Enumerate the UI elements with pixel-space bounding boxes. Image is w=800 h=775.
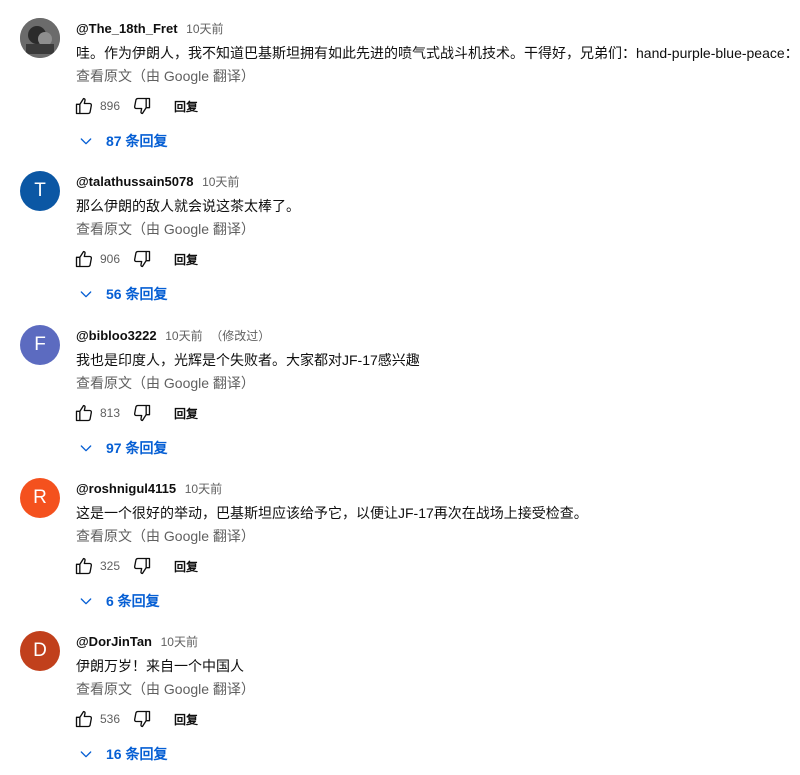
- comment-time[interactable]: 10天前: [161, 635, 198, 649]
- reply-button[interactable]: 回复: [174, 251, 198, 268]
- like-count: 906: [100, 252, 121, 266]
- thumbs-down-icon[interactable]: [130, 401, 154, 425]
- avatar-letter: R: [33, 487, 47, 508]
- avatar[interactable]: T: [20, 171, 60, 211]
- avatar[interactable]: F: [20, 325, 60, 365]
- author-name[interactable]: @The_18th_Fret: [76, 21, 178, 36]
- author-name[interactable]: @DorJinTan: [76, 634, 152, 649]
- view-replies-button[interactable]: 56 条回复: [78, 284, 167, 304]
- view-replies-button[interactable]: 97 条回复: [78, 438, 167, 458]
- avatar-letter: D: [33, 640, 47, 661]
- chevron-down-icon: [80, 598, 92, 605]
- see-original-link[interactable]: 查看原文（由 Google 翻译）: [76, 526, 255, 546]
- chevron-down-icon: [80, 445, 92, 452]
- thumbs-up-icon[interactable]: [72, 247, 96, 271]
- replies-count-label: 56 条回复: [106, 286, 168, 302]
- reply-button[interactable]: 回复: [174, 711, 198, 728]
- like-count: 813: [100, 406, 121, 420]
- reply-button[interactable]: 回复: [174, 98, 198, 115]
- comment-text: 我也是印度人，光辉是个失败者。大家都对JF-17感兴趣: [76, 352, 420, 368]
- author-name[interactable]: @bibloo3222: [76, 328, 157, 343]
- comment-thread: R @roshnigul4115 10天前 这是一个很好的举动，巴基斯坦应该给予…: [0, 460, 800, 613]
- comment-time[interactable]: 10天前: [185, 482, 222, 496]
- avatar-letter: F: [34, 334, 46, 355]
- see-original-link[interactable]: 查看原文（由 Google 翻译）: [76, 219, 255, 239]
- avatar[interactable]: R: [20, 478, 60, 518]
- comment-time[interactable]: 10天前: [186, 22, 223, 36]
- chevron-down-icon: [80, 291, 92, 298]
- see-original-link[interactable]: 查看原文（由 Google 翻译）: [76, 66, 255, 86]
- comment-text: 这是一个很好的举动，巴基斯坦应该给予它，以便让JF-17再次在战场上接受检查。: [76, 505, 588, 521]
- comment-text: 哇。作为伊朗人，我不知道巴基斯坦拥有如此先进的喷气式战斗机技术。干得好，兄弟们：…: [76, 45, 799, 61]
- comment-text: 伊朗万岁！来自一个中国人: [76, 658, 244, 674]
- see-original-link[interactable]: 查看原文（由 Google 翻译）: [76, 679, 255, 699]
- comment-header: @bibloo3222 10天前 （修改过）: [76, 328, 270, 344]
- like-count: 896: [100, 99, 121, 113]
- avatar-letter: T: [34, 180, 46, 201]
- comment-actions: 325 回复: [72, 552, 198, 580]
- comment-time[interactable]: 10天前: [202, 175, 239, 189]
- avatar[interactable]: D: [20, 631, 60, 671]
- reply-button[interactable]: 回复: [174, 558, 198, 575]
- like-count: 325: [100, 559, 121, 573]
- comment-thread: D @DorJinTan 10天前 伊朗万岁！来自一个中国人 查看原文（由 Go…: [0, 613, 800, 766]
- comment-header: @The_18th_Fret 10天前: [76, 21, 228, 37]
- author-name[interactable]: @roshnigul4115: [76, 481, 176, 496]
- chevron-down-icon: [80, 138, 92, 145]
- comment-time[interactable]: 10天前: [165, 329, 202, 343]
- comment-actions: 536 回复: [72, 705, 198, 733]
- replies-count-label: 87 条回复: [106, 133, 168, 149]
- thumbs-down-icon[interactable]: [130, 554, 154, 578]
- replies-count-label: 16 条回复: [106, 746, 168, 762]
- chevron-down-icon: [80, 751, 92, 758]
- thumbs-up-icon[interactable]: [72, 401, 96, 425]
- replies-count-label: 6 条回复: [106, 593, 160, 609]
- comment-actions: 896 回复: [72, 92, 198, 120]
- thumbs-up-icon[interactable]: [72, 94, 96, 118]
- comment-header: @talathussain5078 10天前: [76, 174, 243, 190]
- see-original-link[interactable]: 查看原文（由 Google 翻译）: [76, 373, 255, 393]
- view-replies-button[interactable]: 6 条回复: [78, 591, 160, 611]
- thumbs-up-icon[interactable]: [72, 554, 96, 578]
- comment-thread: T @talathussain5078 10天前 那么伊朗的敌人就会说这茶太棒了…: [0, 153, 800, 306]
- like-count: 536: [100, 712, 121, 726]
- comment-thread: F @bibloo3222 10天前 （修改过） 我也是印度人，光辉是个失败者。…: [0, 307, 800, 460]
- comment-thread: @The_18th_Fret 10天前 哇。作为伊朗人，我不知道巴基斯坦拥有如此…: [0, 0, 800, 153]
- thumbs-down-icon[interactable]: [130, 94, 154, 118]
- comment-header: @DorJinTan 10天前: [76, 634, 202, 650]
- avatar[interactable]: [20, 18, 60, 58]
- author-name[interactable]: @talathussain5078: [76, 174, 193, 189]
- comment-header: @roshnigul4115 10天前: [76, 481, 226, 497]
- edited-label: （修改过）: [210, 329, 271, 343]
- view-replies-button[interactable]: 16 条回复: [78, 744, 167, 764]
- comment-actions: 906 回复: [72, 245, 198, 273]
- thumbs-up-icon[interactable]: [72, 707, 96, 731]
- view-replies-button[interactable]: 87 条回复: [78, 131, 167, 151]
- thumbs-down-icon[interactable]: [130, 707, 154, 731]
- reply-button[interactable]: 回复: [174, 405, 198, 422]
- thumbs-down-icon[interactable]: [130, 247, 154, 271]
- comment-text: 那么伊朗的敌人就会说这茶太棒了。: [76, 198, 300, 214]
- replies-count-label: 97 条回复: [106, 440, 168, 456]
- avatar-photo-icon: [20, 18, 60, 58]
- comment-actions: 813 回复: [72, 399, 198, 427]
